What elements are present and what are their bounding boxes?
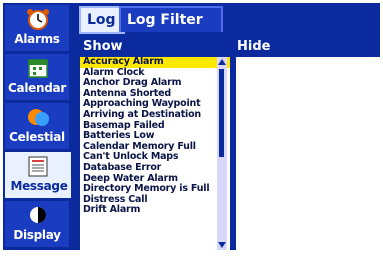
scroll-thumb[interactable] [219, 69, 224, 157]
list-item[interactable]: Database Error [80, 162, 230, 174]
scroll-down-arrow-icon[interactable] [218, 242, 226, 248]
list-item[interactable]: Arriving at Destination [80, 109, 230, 121]
bottom-border [0, 250, 383, 257]
sidebar-item-label: Calendar [8, 81, 66, 95]
alarm-clock-icon [27, 9, 49, 30]
sidebar-item-label: Message [10, 179, 68, 193]
sidebar-item-celestial[interactable]: Celestial [5, 103, 69, 149]
sidebar: Alarms Calendar Celestial Message Displa… [3, 3, 73, 250]
sidebar-item-message[interactable]: Message [5, 152, 73, 198]
scroll-up-arrow-icon[interactable] [218, 59, 226, 65]
tab-bar: Log Log Filter [71, 3, 380, 34]
show-list[interactable]: Accuracy Alarm Alarm Clock Anchor Drag A… [80, 57, 230, 251]
device-screen: Alarms Calendar Celestial Message Displa… [0, 0, 383, 257]
show-column-header: Show [83, 39, 123, 54]
calendar-icon [28, 59, 48, 78]
sidebar-item-label: Celestial [9, 130, 65, 144]
sidebar-item-label: Display [13, 228, 61, 242]
display-icon [30, 207, 46, 223]
sidebar-item-alarms[interactable]: Alarms [5, 5, 69, 51]
message-icon [28, 156, 48, 177]
sidebar-item-display[interactable]: Display [5, 201, 69, 247]
sidebar-item-label: Alarms [14, 32, 60, 46]
hide-list[interactable] [236, 57, 380, 251]
list-item[interactable]: Accuracy Alarm [80, 57, 230, 68]
list-item[interactable]: Drift Alarm [80, 205, 230, 216]
show-list-scrollbar[interactable] [217, 57, 227, 251]
hide-column-header: Hide [237, 39, 271, 54]
sidebar-item-calendar[interactable]: Calendar [5, 54, 69, 100]
sun-moon-icon [28, 109, 49, 126]
main-panel: Log Log Filter Show Hide Accuracy Alarm … [71, 3, 380, 251]
tab-log-filter[interactable]: Log Filter [119, 6, 223, 32]
